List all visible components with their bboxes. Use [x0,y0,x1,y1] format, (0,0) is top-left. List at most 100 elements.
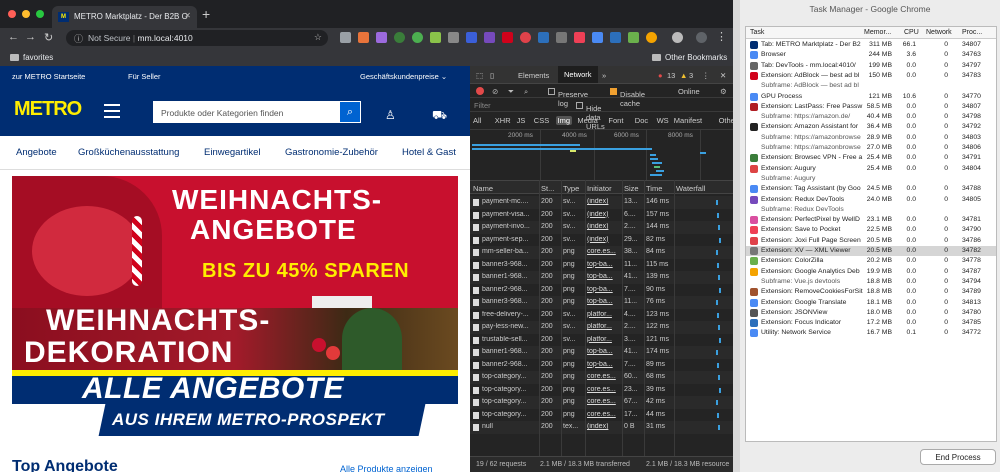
task-row[interactable]: Extension: Browsec VPN - Free a 25.4 MB 0.… [746,153,996,163]
request-row[interactable]: payment-visa... 200 sv... (index) 6.... 157 m… [470,208,733,221]
request-row[interactable]: free-delivery-... 200 sv... platfor... 4....… [470,308,733,321]
minimize-window-button[interactable] [22,10,30,18]
extension-icon[interactable] [430,32,441,43]
request-initiator[interactable]: (index) [587,211,619,218]
request-initiator[interactable]: core.es... [587,398,619,405]
tab-network[interactable]: Network [558,66,598,83]
task-row[interactable]: Extension: RemoveCookiesForSit 18.8 MB 0.0… [746,287,996,297]
extension-icon[interactable] [646,32,657,43]
devtools-menu-icon[interactable]: ⋮ [702,71,710,80]
request-initiator[interactable]: top-ba... [587,361,619,368]
request-initiator[interactable]: (index) [587,223,619,230]
type-filter-ws[interactable]: WS [657,116,669,125]
extension-icon[interactable] [502,32,513,43]
column-size[interactable]: Size [624,184,639,193]
task-row[interactable]: Extension: Joxi Full Page Screen 20.5 MB 0… [746,236,996,246]
metro-home-link[interactable]: zur METRO Startseite [12,72,85,81]
task-row[interactable]: Extension: JSONView 18.0 MB 0.0 0 34780 [746,308,996,318]
clear-icon[interactable]: ⊘ [492,87,498,96]
disable-cache-checkbox[interactable]: Disable cache [610,87,645,108]
request-row[interactable]: mm-seller-ba... 200 png core.es... 38... 84 m… [470,246,733,259]
task-row[interactable]: Extension: ColorZilla 20.2 MB 0.0 0 34778 [746,256,996,266]
request-row[interactable]: banner3-968... 200 png top-ba... 11... 115 ms [470,258,733,271]
extension-icon[interactable] [358,32,369,43]
task-row[interactable]: Subframe: https://amazonbrowse 28.9 MB 0.0… [746,133,996,143]
extension-icon[interactable] [412,32,423,43]
task-row[interactable]: Tab: METRO Marktplatz - Der B2 311 MB 66.1… [746,40,996,50]
task-row[interactable]: Extension: PerfectPixel by WellD 23.1 MB 0… [746,215,996,225]
type-filter-media[interactable]: Media [577,116,597,125]
info-icon[interactable]: ⓘ [74,32,83,45]
request-row[interactable]: top-category... 200 png core.es... 60... 68 m… [470,371,733,384]
task-row[interactable]: Extension: Redux DevTools 24.0 MB 0.0 0 3480… [746,195,996,205]
request-row[interactable]: payment-mc.... 200 sv... (index) 13... 146 ms [470,196,733,209]
close-tab-icon[interactable]: ✕ [184,11,191,20]
column-cpu[interactable]: CPU [904,29,919,36]
request-row[interactable]: payment-invo... 200 sv... (index) 2.... 144 m… [470,221,733,234]
new-tab-button[interactable]: + [202,6,210,22]
extension-icon[interactable] [484,32,495,43]
task-row[interactable]: Extension: Tag Assistant (by Goo 24.5 MB 0… [746,184,996,194]
type-filter-other[interactable]: Other [719,116,733,125]
search-button[interactable]: ⌕ [340,102,360,122]
all-offers-banner[interactable]: ALLE ANGEBOTE AUS IHREM METRO-PROSPEKT [12,370,458,436]
request-initiator[interactable]: (index) [587,236,619,243]
extension-icon[interactable] [466,32,477,43]
column-network[interactable]: Network [926,29,952,36]
task-row[interactable]: Subframe: Augury [746,174,996,184]
request-row[interactable]: top-category... 200 png core.es... 23... 39 m… [470,383,733,396]
more-tabs-icon[interactable]: » [602,71,606,80]
request-initiator[interactable]: (index) [587,423,619,430]
show-all-link[interactable]: Alle Produkte anzeigen [340,464,433,472]
request-initiator[interactable]: top-ba... [587,273,619,280]
cart-icon[interactable]: ⛟ [432,108,447,124]
column-waterfall[interactable]: Waterfall [676,184,705,193]
task-row[interactable]: Subframe: Redux DevTools [746,205,996,215]
extension-icon[interactable] [448,32,459,43]
task-row[interactable]: Subframe: https://amazon.de/40.4 MB 0.0 0 3… [746,112,996,122]
christmas-offers-banner[interactable]: WEIHNACHTS- ANGEBOTE BIS ZU 45% SPAREN [12,176,458,308]
task-row[interactable]: Extension: XV — XML Viewer 20.5 MB 0.0 0 347… [746,246,996,257]
column-time[interactable]: Time [646,184,662,193]
request-row[interactable]: banner2-968... 200 png top-ba... 7.... 90 ms [470,283,733,296]
filter-input[interactable]: Filter [474,101,491,110]
request-row[interactable]: banner3-968... 200 png top-ba... 11... 76 ms [470,296,733,309]
record-button[interactable] [476,87,484,97]
column-task[interactable]: Task [750,29,764,36]
category-link[interactable]: Hotel & Gast [402,147,456,158]
preserve-log-checkbox[interactable]: Preserve log [548,87,588,108]
hide-data-urls-checkbox[interactable]: Hide data URLs [576,101,605,131]
column-process-id[interactable]: Proc... [962,29,982,36]
address-bar[interactable]: ⓘ Not Secure | mm.local:4010 ☆ [66,30,328,46]
task-row[interactable]: Subframe: https://amazonbrowse 27.0 MB 0.0… [746,143,996,153]
extension-icon[interactable] [538,32,549,43]
request-initiator[interactable]: core.es... [587,248,619,255]
request-initiator[interactable]: core.es... [587,373,619,380]
task-row[interactable]: Extension: Save to Pocket 22.5 MB 0.0 0 3479… [746,225,996,235]
request-row[interactable]: pay-less-new... 200 sv... platfor... 2.... 12… [470,321,733,334]
user-icon[interactable]: ♙ [385,108,396,122]
category-link[interactable]: Angebote [16,147,57,158]
extension-icon[interactable] [394,32,405,43]
request-initiator[interactable]: top-ba... [587,286,619,293]
task-row[interactable]: Extension: Focus Indicator 17.2 MB 0.0 0 347… [746,318,996,328]
task-row[interactable]: Utility: Network Service 16.7 MB 0.1 0 34772 [746,328,996,338]
request-initiator[interactable]: top-ba... [587,298,619,305]
seller-link[interactable]: Für Seller [128,72,161,81]
christmas-decoration-banner[interactable]: WEIHNACHTS- DEKORATION [12,308,458,370]
category-link[interactable]: Gastronomie-Zubehör [285,147,378,158]
throttling-select[interactable]: Online [678,87,700,96]
request-initiator[interactable]: platfor... [587,311,619,318]
request-row[interactable]: top-category... 200 png core.es... 17... 44 m… [470,408,733,421]
column-type[interactable]: Type [563,184,579,193]
hamburger-menu-icon[interactable] [104,104,120,122]
extension-icon[interactable] [672,32,683,43]
task-row[interactable]: Browser 244 MB 3.6 0 34763 [746,50,996,60]
business-prices-dropdown[interactable]: Geschäftskundenpreise ⌄ [360,72,447,81]
forward-icon[interactable]: → [25,31,36,43]
close-window-button[interactable] [8,10,16,18]
type-filter-font[interactable]: Font [608,116,623,125]
reload-icon[interactable]: ↻ [44,31,53,44]
request-initiator[interactable]: platfor... [587,336,619,343]
request-row[interactable]: banner1-968... 200 png top-ba... 41... 139 ms [470,271,733,284]
